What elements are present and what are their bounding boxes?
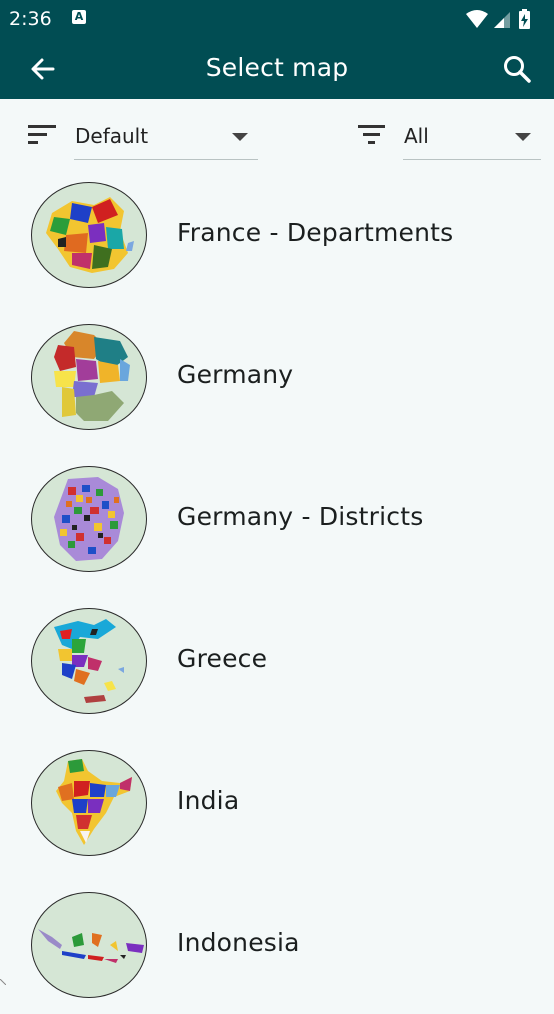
search-icon [504, 56, 531, 83]
page-title: Select map [205, 53, 349, 82]
map-thumbnail [31, 466, 147, 572]
chevron-down-icon [232, 133, 248, 141]
wifi-icon [466, 10, 488, 28]
list-item[interactable]: Germany [0, 304, 554, 446]
list-item[interactable]: France - Departments [0, 162, 554, 304]
map-name: India [177, 786, 240, 815]
sort-dropdown[interactable]: Default [74, 117, 258, 160]
map-thumbnail [31, 608, 147, 714]
a-icon: A [72, 10, 86, 24]
list-item[interactable]: India [0, 730, 554, 872]
filter-icon [358, 125, 385, 144]
map-thumbnail [31, 892, 147, 998]
list-item[interactable]: Germany - Districts [0, 446, 554, 588]
list-item[interactable]: Greece [0, 588, 554, 730]
corner-mark [0, 979, 6, 985]
status-time: 2:36 [9, 8, 52, 30]
chevron-down-icon [515, 133, 531, 141]
signal-icon [494, 12, 510, 28]
map-thumbnail [31, 750, 147, 856]
map-name: Germany - Districts [177, 502, 424, 531]
app-bar: Select map [0, 38, 554, 99]
list-item[interactable]: Indonesia [0, 872, 554, 1014]
sort-value: Default [75, 124, 149, 148]
map-thumbnail [31, 182, 147, 288]
filter-row: Default All [0, 99, 554, 169]
battery-charging-icon [519, 9, 530, 29]
status-icons [464, 7, 544, 31]
map-name: Greece [177, 644, 268, 673]
sort-icon [28, 125, 56, 144]
map-name: Germany [177, 360, 294, 389]
filter-dropdown[interactable]: All [403, 117, 541, 160]
map-name: France - Departments [177, 218, 454, 247]
filter-value: All [404, 124, 429, 148]
search-button[interactable] [500, 52, 534, 86]
map-name: Indonesia [177, 928, 300, 957]
map-thumbnail [31, 324, 147, 430]
status-bar: 2:36 A [0, 0, 554, 38]
